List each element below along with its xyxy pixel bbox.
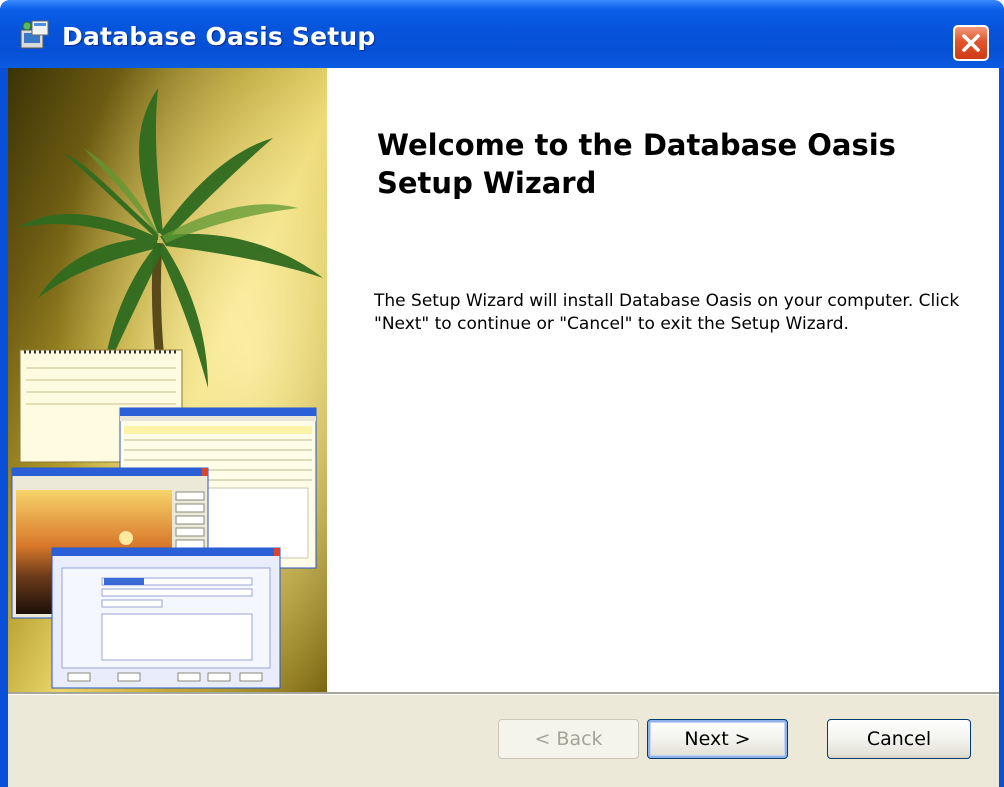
welcome-description: The Setup Wizard will install Database O…: [374, 291, 960, 334]
back-button[interactable]: < Back: [498, 719, 639, 759]
next-button[interactable]: Next >: [647, 719, 788, 759]
window-title: Database Oasis Setup: [62, 22, 376, 51]
title-bar[interactable]: Database Oasis Setup: [0, 0, 1004, 68]
setup-window: Database Oasis Setup Welcome to the Data…: [0, 0, 1004, 787]
cancel-button[interactable]: Cancel: [827, 719, 971, 759]
side-banner-image: [8, 68, 327, 692]
palm-tree-illustration: [8, 68, 327, 692]
welcome-panel: Welcome to the Database Oasis Setup Wiza…: [327, 68, 999, 692]
welcome-heading: Welcome to the Database Oasis Setup Wiza…: [377, 128, 896, 200]
wizard-body: Welcome to the Database Oasis Setup Wiza…: [8, 68, 999, 787]
button-bar: < Back Next > Cancel: [8, 695, 999, 787]
installer-icon: [18, 18, 52, 52]
close-icon: [962, 34, 980, 52]
close-button[interactable]: [953, 25, 989, 61]
